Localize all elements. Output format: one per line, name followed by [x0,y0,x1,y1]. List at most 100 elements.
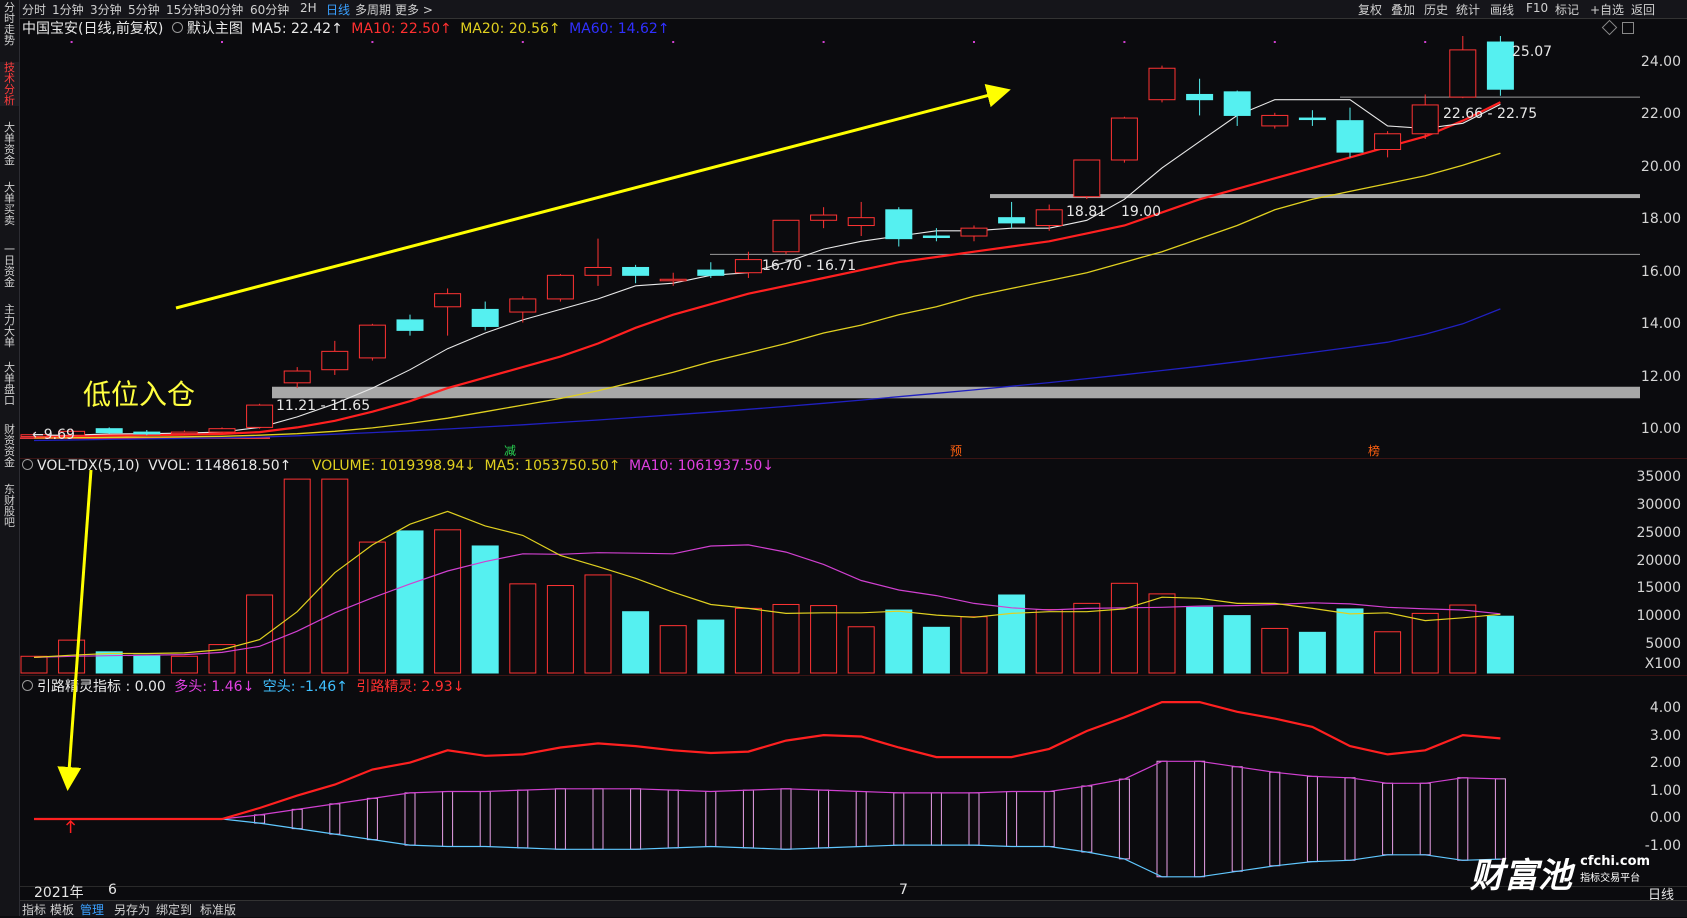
indicator-bar[interactable] [1419,782,1431,856]
indicator-bar[interactable] [554,788,566,850]
period-tab-10[interactable]: 更多 > [395,1,433,18]
period-tab-8[interactable]: 日线 [326,1,350,18]
side-tab-0[interactable]: 分时走势 [0,2,19,46]
volume-bar[interactable] [697,619,725,674]
indicator-bar[interactable] [366,797,378,841]
indicator-bar[interactable] [479,791,491,847]
indicator-bar[interactable] [630,788,642,850]
candle[interactable] [509,296,537,323]
period-tab-4[interactable]: 15分钟 [166,1,205,18]
bottom-tab-0[interactable]: 指标 [22,901,46,918]
period-tab-0[interactable]: 分时 [22,1,46,18]
volume-bar[interactable] [922,626,950,674]
volume-bar[interactable] [1073,602,1101,674]
indicator-bar[interactable] [893,792,905,846]
side-tab-7[interactable]: 财资资金 [0,424,19,468]
candle[interactable] [1486,36,1514,96]
candle[interactable] [960,225,988,242]
candle[interactable] [1223,90,1251,126]
volume-bar[interactable] [1374,631,1402,674]
indicator-bar[interactable] [1156,760,1168,878]
indicator-bar[interactable] [1269,771,1281,867]
volume-bar[interactable] [1411,612,1439,674]
candle[interactable] [283,367,311,389]
candle[interactable] [734,251,762,278]
volume-bar[interactable] [1035,608,1063,674]
toolbar-button-3[interactable]: 统计 [1456,1,1480,18]
volume-bar[interactable] [20,655,48,674]
candle[interactable] [170,430,198,435]
bottom-tab-2[interactable]: 管理 [80,901,104,918]
template-name[interactable]: 默认主图 [187,21,243,37]
candle[interactable] [810,207,838,229]
indicator-bar[interactable] [742,789,754,849]
candle[interactable] [1336,107,1364,158]
candle[interactable] [321,340,349,375]
bottom-tab-1[interactable]: 模板 [50,901,74,918]
volume-bar[interactable] [1336,608,1364,674]
candle[interactable] [584,238,612,286]
indicator-bar[interactable] [1043,791,1055,847]
volume-bar[interactable] [885,609,913,674]
indicator-bar[interactable] [592,788,604,850]
volume-bar[interactable] [358,541,386,674]
indicator-name[interactable]: 引路精灵指标 : 0.00 [37,679,166,695]
bottom-tab-4[interactable]: 绑定到 [156,901,192,918]
candle[interactable] [246,403,274,429]
indicator-bar[interactable] [1306,775,1318,863]
template-dropdown-icon[interactable] [171,22,183,33]
volume-bar[interactable] [1449,604,1477,674]
bottom-tab-3[interactable]: 另存为 [114,901,150,918]
indicator-bar[interactable] [855,791,867,847]
period-tab-5[interactable]: 30分钟 [204,1,243,18]
candle[interactable] [772,219,800,255]
candle[interactable] [1449,36,1477,99]
side-tab-1[interactable]: 技术分析 [0,62,19,106]
indicator-bar[interactable] [705,791,717,847]
indicator-dropdown-icon[interactable] [22,680,33,691]
volume-chart[interactable] [20,476,1640,676]
indicator-bar[interactable] [291,808,303,830]
candle[interactable] [1374,131,1402,158]
candle[interactable] [1186,78,1214,116]
indicator-bar[interactable] [517,789,529,849]
side-tab-5[interactable]: 主力大单 [0,304,19,348]
volume-bar[interactable] [772,603,800,674]
indicator-bar[interactable] [818,789,830,849]
indicator-bar[interactable] [442,791,454,847]
toolbar-button-7[interactable]: +自选 [1590,1,1624,18]
indicator-bar[interactable] [930,792,942,846]
candle[interactable] [358,323,386,361]
indicator-bar[interactable] [1457,777,1469,861]
volume-bar[interactable] [622,611,650,674]
volume-bar[interactable] [1486,615,1514,674]
side-tab-6[interactable]: 大单盘口 [0,362,19,406]
volume-indicator-name[interactable]: VOL-TDX(5,10) [37,458,140,474]
volume-bar[interactable] [321,478,349,674]
volume-bar[interactable] [434,529,462,674]
toolbar-button-5[interactable]: F10 [1526,1,1548,15]
candle[interactable] [396,314,424,336]
volume-bar[interactable] [584,574,612,674]
bottom-tab-5[interactable]: 标准版 [200,901,236,918]
price-chart[interactable] [20,36,1640,460]
indicator-bar[interactable] [254,814,266,824]
event-marker[interactable]: 榜 [1368,442,1380,459]
toolbar-button-0[interactable]: 复权 [1358,1,1382,18]
period-tab-1[interactable]: 1分钟 [52,1,84,18]
indicator-bar[interactable] [1344,777,1356,861]
candle[interactable] [95,427,123,434]
volume-bar[interactable] [734,607,762,674]
indicator-bar[interactable] [968,792,980,846]
indicator-bar[interactable] [1194,760,1206,878]
volume-bar[interactable] [471,545,499,674]
candle[interactable] [1073,159,1101,200]
volume-bar[interactable] [659,625,687,674]
candle[interactable] [1411,94,1439,140]
side-tab-8[interactable]: 东财股吧 [0,484,19,528]
candle[interactable] [847,201,875,237]
candle[interactable] [1261,112,1289,129]
indicator-bar[interactable] [780,788,792,850]
indicator-chart[interactable] [20,696,1640,886]
side-tab-3[interactable]: 大单买卖 [0,182,19,226]
